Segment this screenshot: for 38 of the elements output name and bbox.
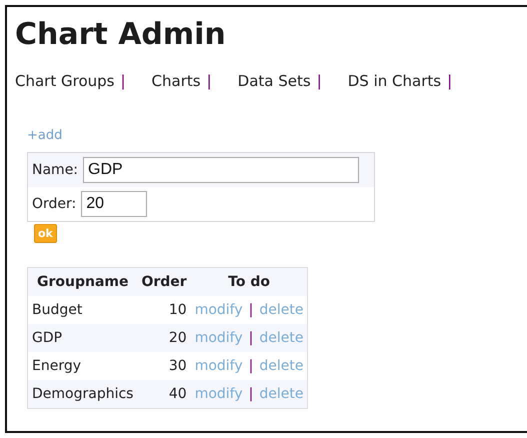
- delete-link[interactable]: delete: [259, 386, 304, 402]
- nav-separator: |: [447, 72, 452, 90]
- modify-link[interactable]: modify: [194, 358, 243, 374]
- ok-button[interactable]: ok: [34, 224, 57, 243]
- delete-link[interactable]: delete: [259, 358, 304, 374]
- delete-link[interactable]: delete: [259, 330, 304, 346]
- table-cell-text: 30: [168, 357, 188, 376]
- column-header: To do: [227, 273, 271, 292]
- link-separator: |: [248, 330, 254, 346]
- input-field[interactable]: 20: [81, 191, 148, 217]
- table-cell-text: 40: [168, 385, 188, 404]
- nav-link[interactable]: DS in Charts: [348, 72, 442, 90]
- link-separator: |: [248, 386, 254, 402]
- field-label: Name:: [32, 162, 78, 178]
- nav-link[interactable]: Chart Groups: [15, 72, 114, 90]
- table-cell-text: Budget: [31, 301, 84, 320]
- modify-link[interactable]: modify: [194, 330, 243, 346]
- nav-separator: |: [120, 72, 126, 90]
- delete-link[interactable]: delete: [259, 302, 304, 318]
- input-field[interactable]: GDP: [83, 157, 360, 183]
- link-separator: |: [248, 302, 254, 318]
- table-cell-text: Demographics: [31, 385, 134, 404]
- column-header: Order: [140, 273, 188, 292]
- table-cell-text: GDP: [31, 329, 64, 348]
- table-cell-text: 20: [168, 329, 188, 348]
- nav-link[interactable]: Charts: [152, 72, 201, 90]
- nav-link[interactable]: Data Sets: [238, 72, 311, 90]
- page-title: Chart Admin: [15, 16, 227, 54]
- column-header: Groupname: [36, 273, 130, 292]
- modify-link[interactable]: modify: [194, 386, 243, 402]
- table-cell-text: 10: [168, 301, 188, 320]
- nav-separator: |: [316, 72, 322, 90]
- nav-separator: |: [206, 72, 212, 90]
- add-link[interactable]: +add: [27, 128, 62, 143]
- modify-link[interactable]: modify: [194, 302, 243, 318]
- link-separator: |: [248, 358, 254, 374]
- table-cell-text: Energy: [31, 357, 82, 376]
- field-label: Order:: [32, 196, 76, 212]
